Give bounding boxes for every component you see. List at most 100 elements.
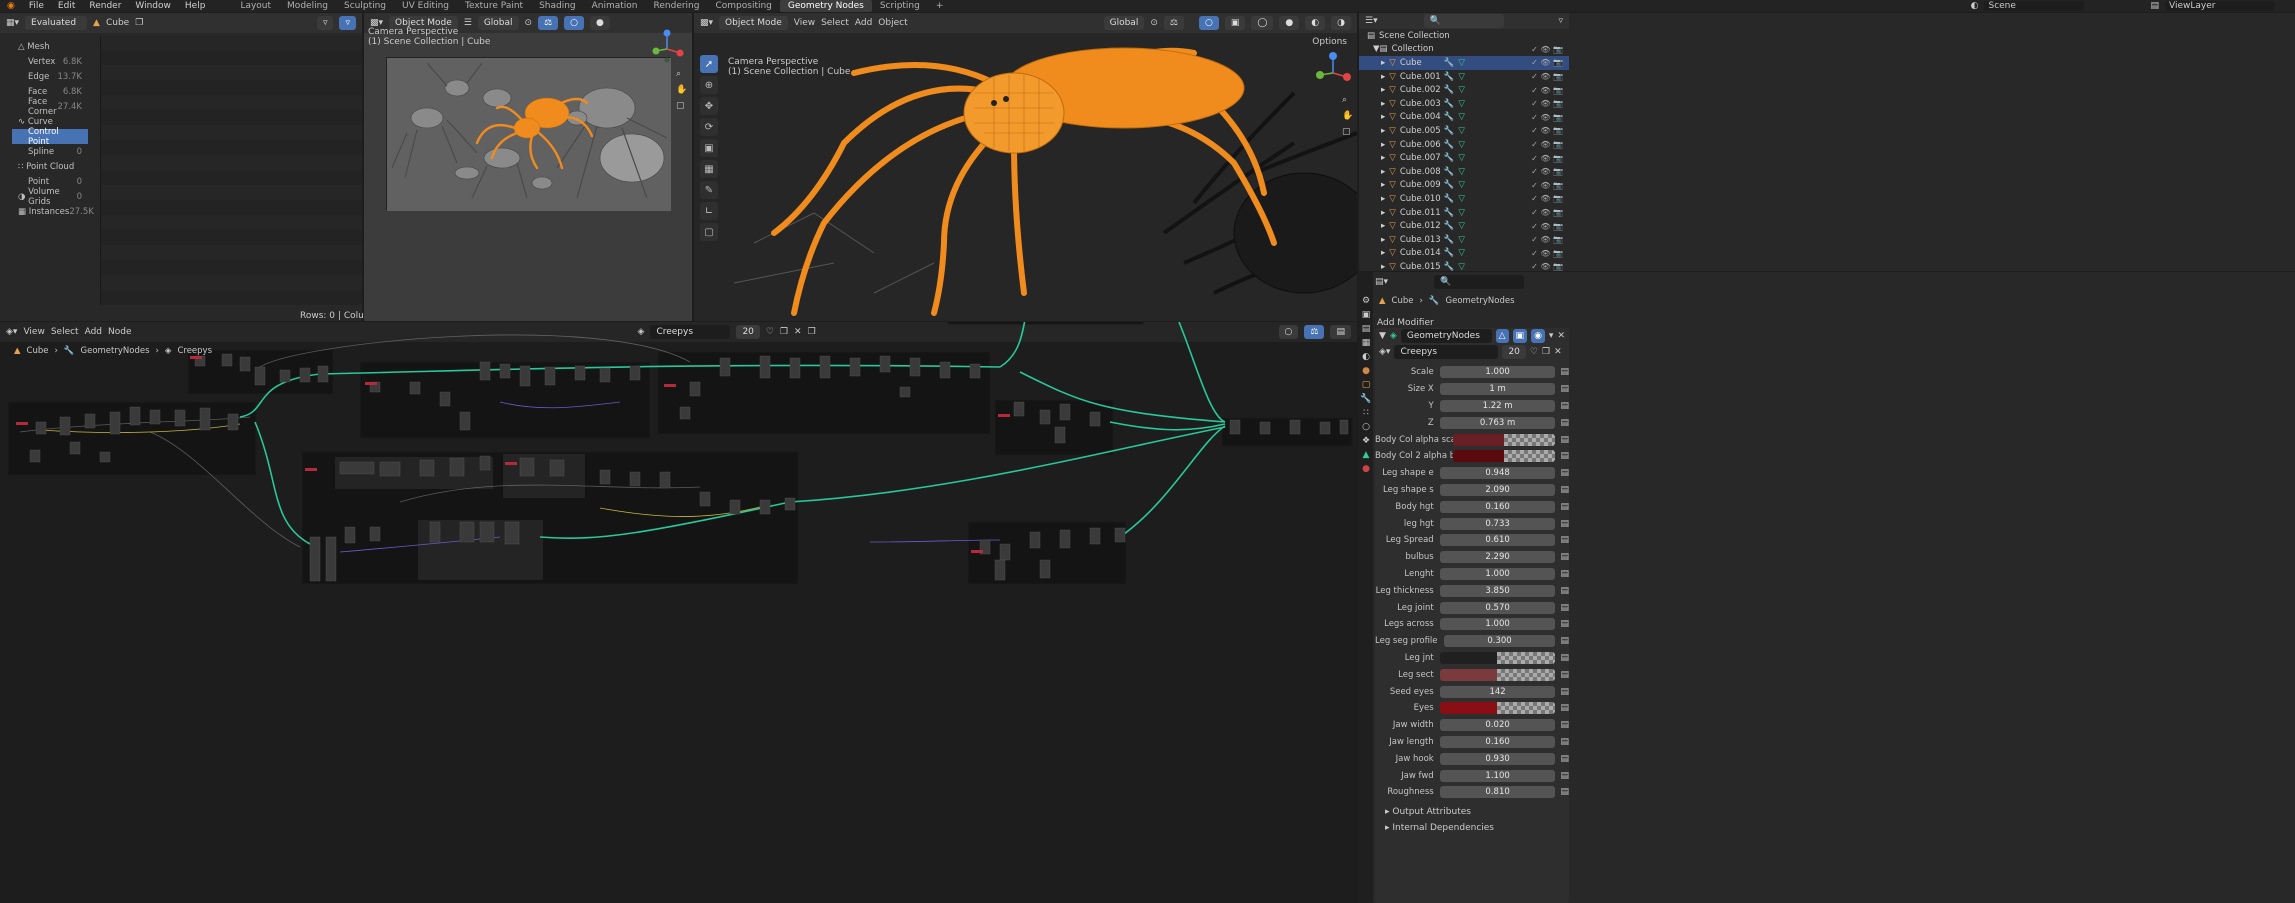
overlay-toggle[interactable]: ○ bbox=[1198, 16, 1219, 30]
outliner-item[interactable]: ▸ ▽ Cube.009 🔧 ▽ ✓ 👁 📷 bbox=[1359, 179, 1569, 193]
input-socket-toggle-icon[interactable]: ▤ bbox=[1560, 754, 1569, 764]
param-value-field[interactable]: 0.810 bbox=[1439, 786, 1556, 799]
input-socket-toggle-icon[interactable]: ▤ bbox=[1560, 552, 1569, 562]
input-socket-toggle-icon[interactable]: ▤ bbox=[1560, 737, 1569, 747]
outliner-item[interactable]: ▸ ▽ Cube.001 🔧 ▽ ✓ 👁 📷 bbox=[1359, 70, 1569, 84]
param-value-field[interactable]: 1.100 bbox=[1439, 769, 1556, 782]
output-tab-icon[interactable]: ▤ bbox=[1362, 324, 1371, 334]
internal-dependencies-panel[interactable]: ▸ Internal Dependencies bbox=[1375, 817, 1569, 833]
outliner-item[interactable]: ▸ ▽ Cube.004 🔧 ▽ ✓ 👁 📷 bbox=[1359, 111, 1569, 125]
menu-object[interactable]: Object bbox=[878, 18, 907, 28]
rotate-tool-icon[interactable]: ⟳ bbox=[700, 118, 718, 136]
visibility-icons[interactable]: ✓ 👁 📷 bbox=[1531, 194, 1563, 203]
input-socket-toggle-icon[interactable]: ▤ bbox=[1560, 586, 1569, 596]
input-socket-toggle-icon[interactable]: ▤ bbox=[1560, 787, 1569, 797]
shading-material-button[interactable]: ◐ bbox=[1305, 16, 1326, 30]
param-value-field[interactable]: 1 m bbox=[1439, 383, 1556, 396]
expand-icon[interactable]: ▸ bbox=[1381, 58, 1385, 68]
transform-tool-icon[interactable]: ▦ bbox=[700, 160, 718, 178]
expand-icon[interactable]: ▸ bbox=[1381, 248, 1385, 258]
editor-type-icon[interactable]: ▩▾ bbox=[700, 18, 713, 28]
outliner-collection[interactable]: ▼▤ Collection ✓ 👁 📷 bbox=[1359, 43, 1569, 57]
input-socket-toggle-icon[interactable]: ▤ bbox=[1560, 771, 1569, 781]
visibility-icons[interactable]: ✓ 👁 📷 bbox=[1531, 167, 1563, 176]
viewport-toggle-icon[interactable]: ▣ bbox=[1512, 329, 1528, 343]
expand-icon[interactable]: ▸ bbox=[1381, 262, 1385, 272]
scene-selector[interactable]: Scene bbox=[1984, 1, 2085, 11]
expand-icon[interactable]: ▸ bbox=[1381, 167, 1385, 177]
param-color-swatch[interactable] bbox=[1439, 651, 1497, 664]
node-graph-canvas[interactable] bbox=[0, 322, 1357, 903]
input-socket-toggle-icon[interactable]: ▤ bbox=[1560, 670, 1569, 680]
menu-render[interactable]: Render bbox=[82, 1, 128, 11]
tab-layout[interactable]: Layout bbox=[232, 0, 279, 12]
viewport-main[interactable]: ▩▾ Object Mode View Select Add Object Gl… bbox=[694, 13, 1357, 321]
param-alpha-swatch[interactable] bbox=[1496, 702, 1556, 715]
visibility-icons[interactable]: ✓ 👁 📷 bbox=[1531, 45, 1563, 54]
view-layer-selector[interactable]: ViewLayer bbox=[2165, 1, 2275, 11]
param-value-field[interactable]: 2.090 bbox=[1439, 483, 1556, 496]
measure-tool-icon[interactable]: ∟ bbox=[700, 202, 718, 220]
input-socket-toggle-icon[interactable]: ▤ bbox=[1560, 619, 1569, 629]
move-tool-icon[interactable]: ✥ bbox=[700, 97, 718, 115]
domain-mesh[interactable]: △ Mesh bbox=[12, 39, 88, 54]
input-socket-toggle-icon[interactable]: ▤ bbox=[1560, 401, 1569, 411]
input-socket-toggle-icon[interactable]: ▤ bbox=[1560, 687, 1569, 697]
tab-modeling[interactable]: Modeling bbox=[279, 0, 336, 12]
tab-rendering[interactable]: Rendering bbox=[646, 0, 708, 12]
orientation-dropdown[interactable]: Global bbox=[477, 16, 519, 30]
visibility-icons[interactable]: ✓ 👁 📷 bbox=[1531, 99, 1563, 108]
users-count[interactable]: 20 bbox=[1502, 345, 1526, 359]
node-tree-icon[interactable]: ◈▾ bbox=[1379, 347, 1390, 357]
navigation-gizmo[interactable] bbox=[1314, 51, 1352, 91]
outliner-item[interactable]: ▸ ▽ Cube.010 🔧 ▽ ✓ 👁 📷 bbox=[1359, 192, 1569, 206]
physics-tab-icon[interactable]: ○ bbox=[1362, 422, 1370, 432]
param-alpha-swatch[interactable] bbox=[1496, 668, 1556, 681]
camera-view-icon[interactable]: ▢ bbox=[676, 101, 685, 111]
expand-icon[interactable]: ▸ bbox=[1381, 126, 1385, 136]
input-socket-toggle-icon[interactable]: ▤ bbox=[1560, 535, 1569, 545]
shading-render-button[interactable]: ◑ bbox=[1331, 16, 1351, 30]
fake-user-icon[interactable]: ♡ bbox=[1530, 347, 1538, 357]
outliner-item[interactable]: ▸ ▽ Cube.011 🔧 ▽ ✓ 👁 📷 bbox=[1359, 206, 1569, 220]
duplicate-icon[interactable]: ❐ bbox=[1542, 347, 1550, 357]
input-socket-toggle-icon[interactable]: ▤ bbox=[1560, 703, 1569, 713]
param-value-field[interactable]: 2.290 bbox=[1439, 551, 1556, 564]
outliner-item[interactable]: ▸ ▽ Cube.006 🔧 ▽ ✓ 👁 📷 bbox=[1359, 138, 1569, 152]
cursor-tool-icon[interactable]: ⊕ bbox=[700, 76, 718, 94]
outliner-item[interactable]: ▸ ▽ Cube.013 🔧 ▽ ✓ 👁 📷 bbox=[1359, 233, 1569, 247]
editor-type-icon[interactable]: ☰▾ bbox=[1365, 16, 1378, 26]
pin-icon[interactable]: ❒ bbox=[135, 18, 143, 28]
spreadsheet-table-area[interactable] bbox=[100, 35, 362, 305]
node-editor[interactable]: ◈▾ View Select Add Node ◈ Creepys 20 ♡ ❐… bbox=[0, 322, 1357, 903]
domain-spline[interactable]: Spline 0 bbox=[12, 144, 88, 159]
param-value-field[interactable]: 0.300 bbox=[1443, 635, 1556, 648]
input-socket-toggle-icon[interactable]: ▤ bbox=[1560, 418, 1569, 428]
param-value-field[interactable]: 0.763 m bbox=[1439, 416, 1556, 429]
param-color-swatch[interactable] bbox=[1453, 433, 1504, 446]
menu-icon[interactable]: ☰ bbox=[464, 18, 472, 28]
visibility-icons[interactable]: ✓ 👁 📷 bbox=[1531, 222, 1563, 231]
input-socket-toggle-icon[interactable]: ▤ bbox=[1560, 468, 1569, 478]
input-socket-toggle-icon[interactable]: ▤ bbox=[1560, 502, 1569, 512]
object-mode-dropdown[interactable]: Object Mode bbox=[719, 16, 788, 30]
output-attributes-panel[interactable]: ▸ Output Attributes bbox=[1375, 801, 1569, 817]
filter-toggle[interactable]: ▿ bbox=[339, 16, 356, 30]
visibility-icons[interactable]: ✓ 👁 📷 bbox=[1531, 72, 1563, 81]
input-socket-toggle-icon[interactable]: ▤ bbox=[1560, 519, 1569, 529]
visibility-icons[interactable]: ✓ 👁 📷 bbox=[1531, 86, 1563, 95]
tab-compositing[interactable]: Compositing bbox=[707, 0, 779, 12]
domain-control-point[interactable]: Control Point bbox=[12, 127, 88, 147]
param-value-field[interactable]: 0.948 bbox=[1439, 467, 1556, 480]
outliner-item[interactable]: ▸ ▽ Cube.005 🔧 ▽ ✓ 👁 📷 bbox=[1359, 124, 1569, 138]
param-value-field[interactable]: 0.570 bbox=[1439, 601, 1556, 614]
evaluation-mode-dropdown[interactable]: Evaluated bbox=[25, 16, 88, 30]
domain-instances[interactable]: ▦ Instances 27.5K bbox=[12, 204, 94, 219]
visibility-icons[interactable]: ✓ 👁 📷 bbox=[1531, 113, 1563, 122]
unlink-icon[interactable]: ✕ bbox=[1554, 347, 1562, 357]
expand-icon[interactable]: ▸ bbox=[1381, 153, 1385, 163]
particles-tab-icon[interactable]: ∷ bbox=[1363, 408, 1369, 418]
param-value-field[interactable]: 1.000 bbox=[1439, 567, 1556, 580]
node-group-selector[interactable]: Creepys bbox=[1394, 345, 1499, 359]
visibility-icons[interactable]: ✓ 👁 📷 bbox=[1531, 208, 1563, 217]
